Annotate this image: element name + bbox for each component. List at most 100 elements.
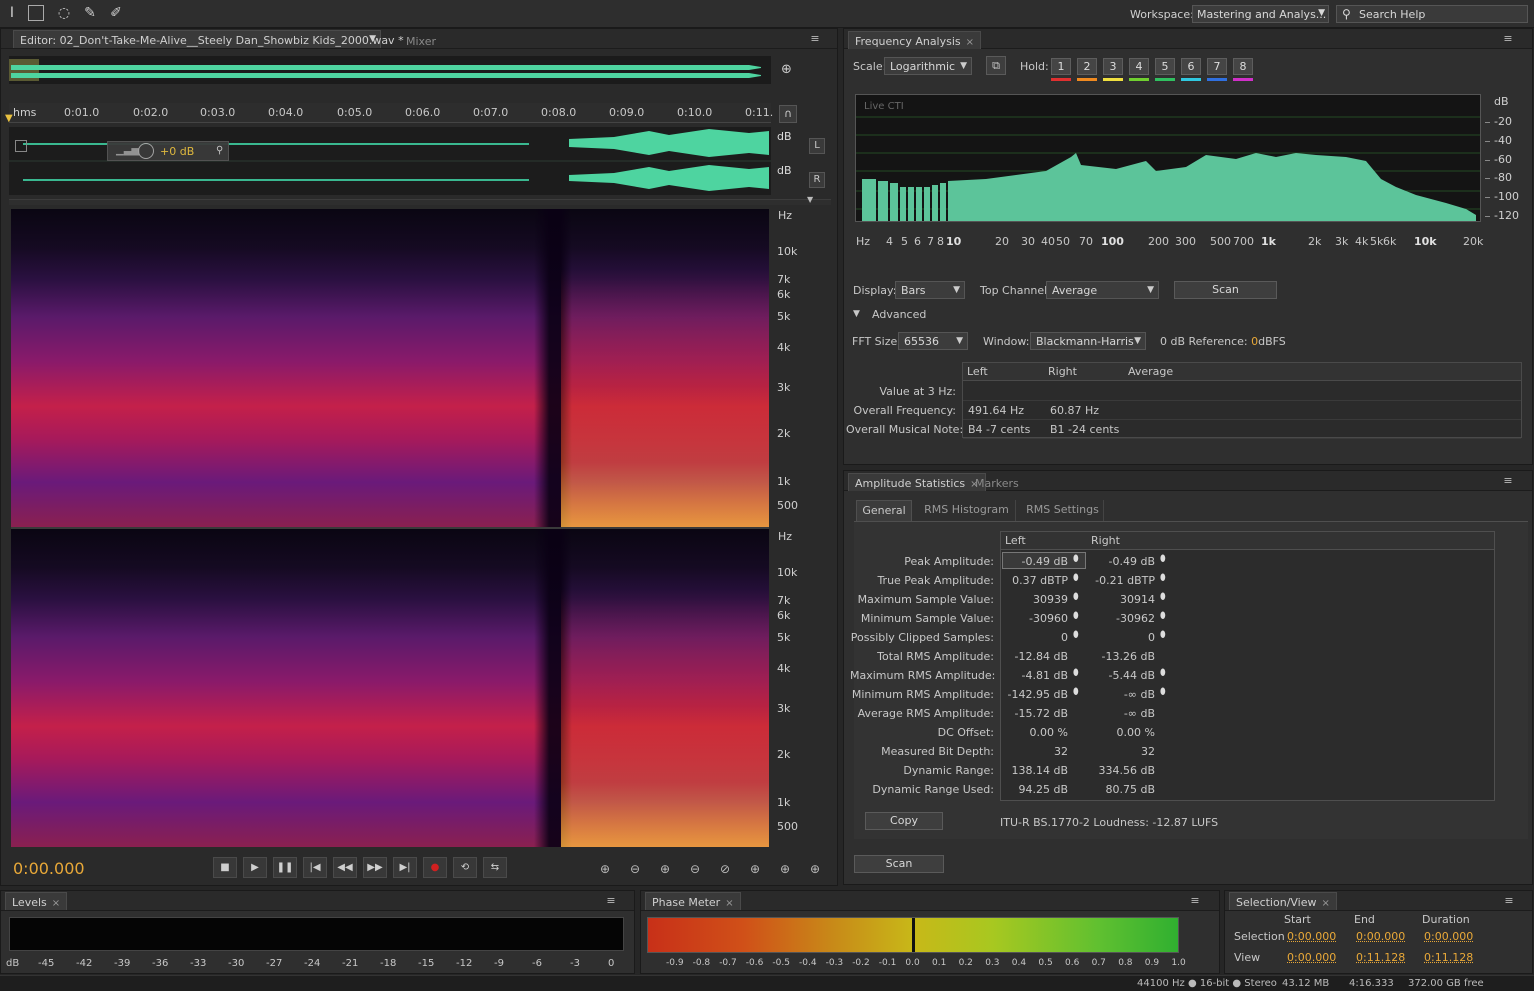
hold-button-7[interactable]: 7	[1207, 58, 1227, 75]
headphones-icon[interactable]: ∩	[779, 105, 797, 123]
waveform-display[interactable]	[9, 127, 771, 195]
volume-knob[interactable]	[138, 143, 154, 159]
top-channel-select[interactable]: Average ▼	[1046, 281, 1159, 299]
tab-selection-view[interactable]: Selection/View ×	[1229, 892, 1337, 910]
volume-hud[interactable]: ▁▃▅ +0 dB ⚲	[107, 141, 229, 161]
hold-button-5[interactable]: 5	[1155, 58, 1175, 75]
zoom-out-time-icon[interactable]: ⊖	[684, 860, 706, 878]
pause-button[interactable]: ❚❚	[273, 857, 297, 878]
zoom-selected-channel-icon[interactable]: ⊕	[804, 860, 826, 878]
tab-editor[interactable]: Editor: 02_Don't-Take-Me-Alive__Steely D…	[13, 30, 404, 48]
close-icon[interactable]: ×	[52, 898, 60, 909]
marquee-tool-icon[interactable]	[28, 5, 44, 21]
frequency-graph[interactable]: Live CTI	[855, 94, 1481, 222]
hold-button-4[interactable]: 4	[1129, 58, 1149, 75]
zoom-out-full-icon[interactable]: ⊘	[714, 860, 736, 878]
goto-marker-icon[interactable]: ⬮	[1160, 687, 1166, 697]
tab-phase-meter[interactable]: Phase Meter ×	[645, 892, 741, 910]
view-end[interactable]: 0:11.128	[1356, 951, 1405, 964]
goto-marker-icon[interactable]: ⬮	[1160, 630, 1166, 640]
zoom-in-point-icon[interactable]: ⊕	[744, 860, 766, 878]
goto-marker-icon[interactable]: ⬮	[1073, 573, 1079, 583]
fft-size-select[interactable]: 65536 ▼	[898, 332, 968, 350]
window-select[interactable]: Blackmann-Harris ▼	[1030, 332, 1146, 350]
chevron-down-icon[interactable]: ▼	[369, 34, 376, 44]
next-button[interactable]: ▶|	[393, 857, 417, 878]
play-button[interactable]: ▶	[243, 857, 267, 878]
goto-marker-icon[interactable]: ⬮	[1160, 611, 1166, 621]
advanced-toggle-icon[interactable]: ▼	[853, 309, 860, 319]
view-duration[interactable]: 0:11.128	[1424, 951, 1473, 964]
panel-menu-icon[interactable]: ≡	[1187, 894, 1203, 907]
loop-button[interactable]: ⟲	[453, 857, 477, 878]
spectrogram-left[interactable]	[11, 209, 769, 527]
freq-scan-button[interactable]: Scan	[1174, 281, 1277, 299]
hold-button-3[interactable]: 3	[1103, 58, 1123, 75]
copy-graph-icon[interactable]: ⧉	[986, 56, 1006, 75]
zoom-selection-icon[interactable]: ⊕	[774, 860, 796, 878]
hold-button-8[interactable]: 8	[1233, 58, 1253, 75]
workspace-select[interactable]: Mastering and Analys... ▼	[1192, 5, 1329, 23]
panel-menu-icon[interactable]: ≡	[1501, 894, 1517, 907]
brush-tool-icon[interactable]: ✎	[80, 3, 100, 23]
panel-menu-icon[interactable]: ≡	[807, 32, 823, 45]
goto-marker-icon[interactable]: ⬮	[1160, 668, 1166, 678]
previous-button[interactable]: |◀	[303, 857, 327, 878]
tab-frequency-analysis[interactable]: Frequency Analysis ×	[848, 31, 982, 49]
goto-marker-icon[interactable]: ⬮	[1073, 592, 1079, 602]
skip-selection-button[interactable]: ⇆	[483, 857, 507, 878]
panel-menu-icon[interactable]: ≡	[1500, 32, 1516, 45]
tab-markers[interactable]: Markers	[968, 473, 1026, 491]
goto-marker-icon[interactable]: ⬮	[1073, 630, 1079, 640]
advanced-label[interactable]: Advanced	[872, 308, 926, 321]
view-start[interactable]: 0:00.000	[1287, 951, 1336, 964]
zoom-to-selection-icon[interactable]: ⊕	[781, 62, 801, 80]
channel-right-button[interactable]: R	[809, 172, 825, 188]
scale-select[interactable]: Logarithmic ▼	[884, 57, 972, 75]
subtab-general[interactable]: General	[856, 500, 912, 521]
tab-mixer[interactable]: Mixer	[399, 31, 443, 49]
tab-amplitude-statistics[interactable]: Amplitude Statistics ×	[848, 473, 986, 491]
selection-duration[interactable]: 0:00.000	[1424, 930, 1473, 943]
hold-button-6[interactable]: 6	[1181, 58, 1201, 75]
zoom-out-amplitude-icon[interactable]: ⊖	[624, 860, 646, 878]
close-icon[interactable]: ×	[1322, 898, 1330, 909]
goto-marker-icon[interactable]: ⬮	[1073, 668, 1079, 678]
amp-scan-button[interactable]: Scan	[854, 855, 944, 873]
panel-menu-icon[interactable]: ≡	[1500, 474, 1516, 487]
subtab-rms-histogram[interactable]: RMS Histogram	[918, 500, 1016, 521]
record-button[interactable]: ●	[423, 857, 447, 878]
close-icon[interactable]: ×	[966, 37, 974, 48]
zoom-in-time-icon[interactable]: ⊕	[654, 860, 676, 878]
selection-end[interactable]: 0:00.000	[1356, 930, 1405, 943]
goto-marker-icon[interactable]: ⬮	[1160, 592, 1166, 602]
waveform-overview[interactable]	[9, 56, 771, 84]
fast-forward-button[interactable]: ▶▶	[363, 857, 387, 878]
zoom-in-amplitude-icon[interactable]: ⊕	[594, 860, 616, 878]
goto-marker-icon[interactable]: ⬮	[1160, 573, 1166, 583]
lasso-tool-icon[interactable]: ◌	[54, 3, 74, 23]
timeline-ruler[interactable]: hms 0:01.0 0:02.0 0:03.0 0:04.0 0:05.0 0…	[9, 103, 773, 123]
divider-handle[interactable]	[9, 199, 831, 205]
tab-levels[interactable]: Levels ×	[5, 892, 68, 910]
rewind-button[interactable]: ◀◀	[333, 857, 357, 878]
close-icon[interactable]: ×	[725, 898, 733, 909]
spot-healing-tool-icon[interactable]: ✐	[106, 3, 126, 23]
channel-toggle-icon[interactable]	[15, 140, 27, 152]
goto-marker-icon[interactable]: ⬮	[1160, 554, 1166, 564]
stop-button[interactable]: ■	[213, 857, 237, 878]
selection-start[interactable]: 0:00.000	[1287, 930, 1336, 943]
spectrogram-right[interactable]	[11, 529, 769, 847]
panel-menu-icon[interactable]: ≡	[603, 894, 619, 907]
display-select[interactable]: Bars ▼	[895, 281, 965, 299]
copy-button[interactable]: Copy	[865, 812, 943, 830]
channel-left-button[interactable]: L	[809, 138, 825, 154]
chevron-down-icon[interactable]: ▼	[807, 195, 813, 204]
playhead-icon[interactable]: ▼	[5, 113, 15, 124]
goto-marker-icon[interactable]: ⬮	[1073, 554, 1079, 564]
time-selection-tool-icon[interactable]: I	[2, 3, 22, 23]
subtab-rms-settings[interactable]: RMS Settings	[1022, 500, 1104, 521]
hold-button-2[interactable]: 2	[1077, 58, 1097, 75]
goto-marker-icon[interactable]: ⬮	[1073, 611, 1079, 621]
search-help-input[interactable]: ⚲ Search Help	[1336, 5, 1528, 23]
